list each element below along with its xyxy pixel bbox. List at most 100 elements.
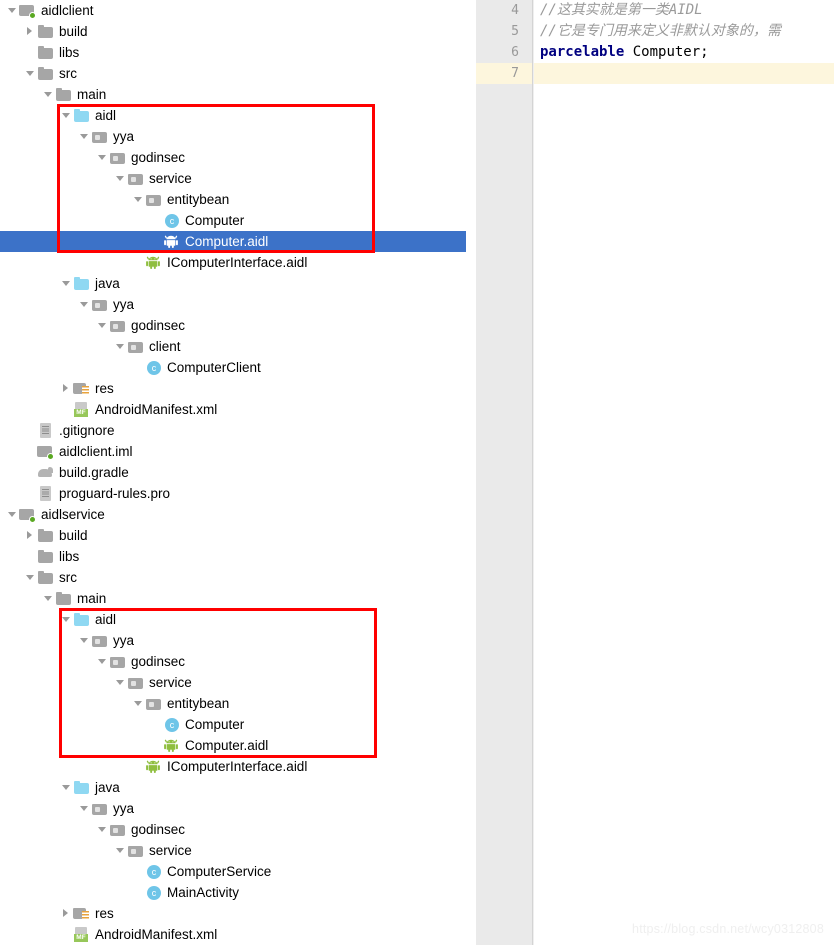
chevron-down-icon[interactable] bbox=[78, 630, 91, 651]
chevron-down-icon[interactable] bbox=[132, 693, 145, 714]
chevron-down-icon[interactable] bbox=[42, 84, 55, 105]
tree-row[interactable]: godinsec bbox=[0, 651, 466, 672]
tree-item-label: main bbox=[77, 591, 107, 606]
tree-row[interactable]: service bbox=[0, 168, 466, 189]
tree-row[interactable]: src bbox=[0, 567, 466, 588]
tree-row[interactable]: MainActivity bbox=[0, 882, 466, 903]
chevron-down-icon[interactable] bbox=[114, 168, 127, 189]
chevron-down-icon[interactable] bbox=[78, 126, 91, 147]
tree-row[interactable]: java bbox=[0, 273, 466, 294]
chevron-down-icon[interactable] bbox=[96, 819, 109, 840]
project-tree-panel[interactable]: aidlclient build libs src main aidl yya godinse… bbox=[0, 0, 466, 945]
tree-row[interactable]: java bbox=[0, 777, 466, 798]
chevron-down-icon[interactable] bbox=[6, 504, 19, 525]
code-editor-panel[interactable]: 4 5 6 7 //这其实就是第一类AIDL //它是专门用来定义非默认对象的，需 par… bbox=[476, 0, 834, 945]
tree-item-label: aidlservice bbox=[41, 507, 105, 522]
project-tree-list[interactable]: aidlclient build libs src main aidl yya godinse… bbox=[0, 0, 466, 945]
chevron-down-icon[interactable] bbox=[114, 840, 127, 861]
tree-item-label: res bbox=[95, 906, 114, 921]
tree-row[interactable]: build.gradle bbox=[0, 462, 466, 483]
package-icon bbox=[109, 317, 127, 334]
chevron-down-icon[interactable] bbox=[60, 609, 73, 630]
chevron-down-icon[interactable] bbox=[78, 798, 91, 819]
tree-row[interactable]: AndroidManifest.xml bbox=[0, 399, 466, 420]
code-line[interactable]: //它是专门用来定义非默认对象的，需 bbox=[534, 21, 834, 42]
code-line[interactable] bbox=[534, 63, 834, 84]
tree-row[interactable]: IComputerInterface.aidl bbox=[0, 252, 466, 273]
chevron-down-icon[interactable] bbox=[60, 777, 73, 798]
tree-row[interactable]: godinsec bbox=[0, 315, 466, 336]
tree-item-label: libs bbox=[59, 549, 80, 564]
chevron-right-icon[interactable] bbox=[60, 903, 73, 924]
tree-row[interactable]: libs bbox=[0, 42, 466, 63]
chevron-right-icon[interactable] bbox=[24, 525, 37, 546]
tree-row[interactable]: build bbox=[0, 21, 466, 42]
editor-code-area[interactable]: //这其实就是第一类AIDL //它是专门用来定义非默认对象的，需 parcelab… bbox=[534, 0, 834, 945]
tree-row[interactable]: entitybean bbox=[0, 189, 466, 210]
tree-row[interactable]: yya bbox=[0, 126, 466, 147]
chevron-down-icon[interactable] bbox=[60, 105, 73, 126]
chevron-down-icon[interactable] bbox=[96, 651, 109, 672]
package-icon bbox=[109, 821, 127, 838]
tree-item-label: build bbox=[59, 528, 88, 543]
chevron-down-icon[interactable] bbox=[78, 294, 91, 315]
tree-row[interactable]: aidl bbox=[0, 609, 466, 630]
chevron-down-icon[interactable] bbox=[24, 567, 37, 588]
java-class-icon bbox=[163, 212, 181, 229]
tree-row[interactable]: godinsec bbox=[0, 147, 466, 168]
tree-row[interactable]: .gitignore bbox=[0, 420, 466, 441]
chevron-down-icon[interactable] bbox=[114, 672, 127, 693]
tree-row[interactable]: ComputerService bbox=[0, 861, 466, 882]
tree-row[interactable]: AndroidManifest.xml bbox=[0, 924, 466, 945]
tree-row[interactable]: libs bbox=[0, 546, 466, 567]
tree-row[interactable]: Computer.aidl bbox=[0, 735, 466, 756]
chevron-down-icon[interactable] bbox=[96, 315, 109, 336]
chevron-down-icon[interactable] bbox=[132, 189, 145, 210]
tree-row[interactable]: src bbox=[0, 63, 466, 84]
tree-item-label: libs bbox=[59, 45, 80, 60]
folder-icon bbox=[37, 569, 55, 586]
chevron-down-icon[interactable] bbox=[42, 588, 55, 609]
tree-row[interactable]: aidlservice bbox=[0, 504, 466, 525]
tree-row[interactable]: service bbox=[0, 672, 466, 693]
chevron-down-icon[interactable] bbox=[60, 273, 73, 294]
tree-row[interactable]: aidlclient.iml bbox=[0, 441, 466, 462]
chevron-right-icon[interactable] bbox=[24, 21, 37, 42]
tree-row[interactable]: yya bbox=[0, 294, 466, 315]
tree-item-label: Computer bbox=[185, 213, 245, 228]
package-icon bbox=[127, 338, 145, 355]
package-icon bbox=[127, 170, 145, 187]
tree-row[interactable]: aidl bbox=[0, 105, 466, 126]
tree-row[interactable]: build bbox=[0, 525, 466, 546]
tree-row[interactable]: proguard-rules.pro bbox=[0, 483, 466, 504]
chevron-down-icon[interactable] bbox=[96, 147, 109, 168]
tree-row[interactable]: aidlclient bbox=[0, 0, 466, 21]
tree-row[interactable]: main bbox=[0, 84, 466, 105]
tree-row[interactable]: res bbox=[0, 903, 466, 924]
code-line[interactable]: //这其实就是第一类AIDL bbox=[534, 0, 834, 21]
tree-row[interactable]: Computer.aidl bbox=[0, 231, 466, 252]
chevron-down-icon[interactable] bbox=[6, 0, 19, 21]
tree-row[interactable]: client bbox=[0, 336, 466, 357]
tree-row[interactable]: main bbox=[0, 588, 466, 609]
tree-row[interactable]: yya bbox=[0, 630, 466, 651]
tree-row[interactable]: res bbox=[0, 378, 466, 399]
chevron-right-icon[interactable] bbox=[60, 378, 73, 399]
tree-row[interactable]: entitybean bbox=[0, 693, 466, 714]
code-line[interactable]: parcelable Computer; bbox=[534, 42, 834, 63]
tree-scrollbar-track[interactable] bbox=[461, 0, 474, 945]
tree-row[interactable]: ComputerClient bbox=[0, 357, 466, 378]
tree-row[interactable]: IComputerInterface.aidl bbox=[0, 756, 466, 777]
package-icon bbox=[91, 800, 109, 817]
tree-row[interactable]: godinsec bbox=[0, 819, 466, 840]
tree-row[interactable]: service bbox=[0, 840, 466, 861]
chevron-down-icon[interactable] bbox=[114, 336, 127, 357]
tree-row[interactable]: Computer bbox=[0, 210, 466, 231]
chevron-down-icon[interactable] bbox=[24, 63, 37, 84]
tree-row[interactable]: yya bbox=[0, 798, 466, 819]
tree-row[interactable]: Computer bbox=[0, 714, 466, 735]
code-token-keyword: parcelable bbox=[540, 44, 625, 60]
